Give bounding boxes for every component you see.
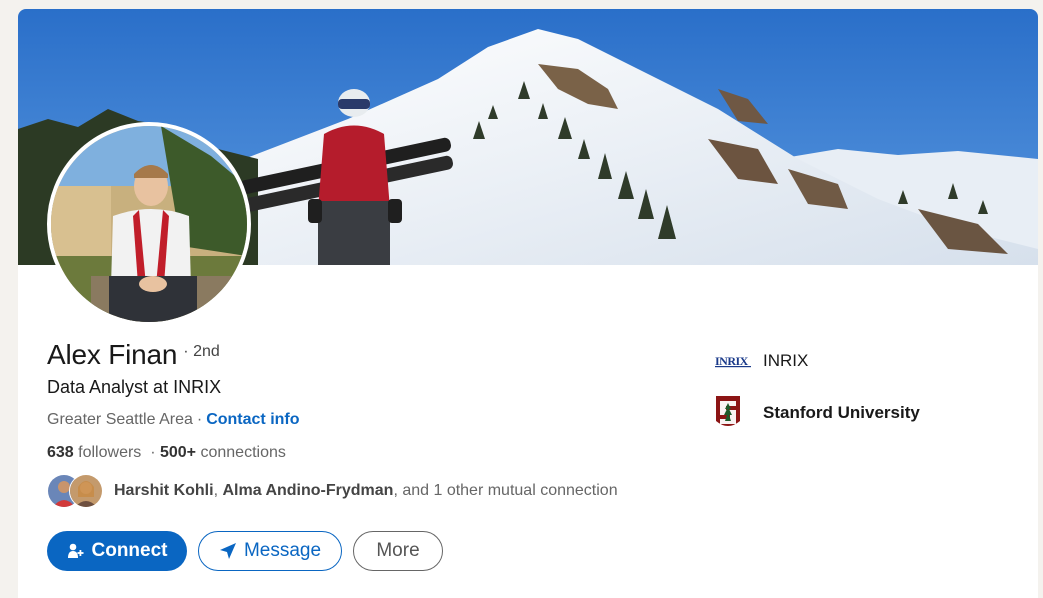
mutual-avatars (47, 474, 105, 508)
org-education[interactable]: Stanford University (715, 396, 920, 429)
profile-headline: Data Analyst at INRIX (47, 377, 222, 397)
stanford-logo-icon (715, 396, 751, 429)
followers-count: 638 (47, 444, 74, 461)
followers-label[interactable]: followers (78, 444, 141, 461)
add-person-icon (67, 542, 85, 560)
network-stats: 638 followers · 500+ connections (47, 444, 286, 462)
location-separator: · (196, 411, 203, 428)
org-current-company[interactable]: INRIX INRIX (715, 345, 920, 377)
profile-photo-image (51, 126, 247, 322)
profile-location: Greater Seattle Area (47, 411, 193, 428)
mutual-avatar-2 (69, 474, 103, 508)
profile-orgs: INRIX INRIX Stanford University (715, 345, 920, 449)
connect-label: Connect (91, 540, 168, 561)
profile-actions: Connect Message More (47, 531, 443, 571)
message-button[interactable]: Message (198, 531, 342, 571)
send-icon (219, 542, 237, 560)
org-name-stanford: Stanford University (763, 403, 920, 422)
mutual-connections[interactable]: Harshit Kohli, Alma Andino-Frydman, and … (47, 474, 618, 508)
connections-count: 500+ (159, 444, 197, 461)
more-label: More (376, 540, 420, 561)
profile-card: Alex Finan · 2nd Data Analyst at INRIX G… (18, 9, 1038, 598)
org-name-inrix: INRIX (763, 351, 809, 370)
message-label: Message (243, 540, 322, 561)
location-row: Greater Seattle Area · Contact info (47, 411, 300, 429)
more-button[interactable]: More (353, 531, 443, 571)
connections-label[interactable]: connections (200, 444, 285, 461)
svg-text:INRIX: INRIX (715, 354, 749, 368)
connect-button[interactable]: Connect (47, 531, 187, 571)
mutual-person-1: Harshit Kohli (114, 482, 214, 499)
mutual-person-2: Alma Andino-Frydman (222, 482, 394, 499)
connections-separator: · (150, 444, 156, 461)
mutual-suffix: , and 1 other mutual connection (393, 482, 618, 499)
contact-info-link[interactable]: Contact info (206, 411, 299, 428)
profile-avatar[interactable] (47, 122, 251, 326)
connection-degree: · 2nd (183, 343, 220, 360)
inrix-logo-icon: INRIX (715, 345, 751, 377)
profile-name: Alex Finan (47, 339, 178, 370)
profile-name-row: Alex Finan · 2nd (47, 339, 220, 371)
mutual-connections-text: Harshit Kohli, Alma Andino-Frydman, and … (114, 482, 618, 499)
